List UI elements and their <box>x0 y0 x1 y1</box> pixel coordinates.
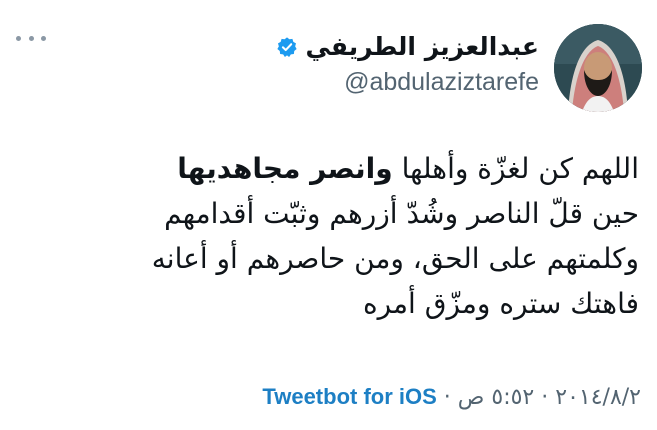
tweet-date[interactable]: ٢٠١٤/٨/٢ <box>555 385 641 410</box>
more-dot <box>41 35 46 41</box>
tweet-time[interactable]: ٥:٥٢ ص <box>458 385 534 410</box>
display-name[interactable]: عبدالعزيز الطريفي <box>305 30 539 64</box>
tweet-meta: Tweetbot for iOS · ٥:٥٢ ص · ٢٠١٤/٨/٢ <box>262 380 641 414</box>
user-handle[interactable]: @abdulaziztarefe <box>209 68 539 97</box>
meta-separator: · <box>443 384 451 410</box>
name-row: عبدالعزيز الطريفي <box>209 30 539 64</box>
verified-badge-icon <box>277 37 298 57</box>
avatar[interactable] <box>554 24 642 112</box>
tweet-text: اللهم كن لغزّة وأهلها وانصر مجاهديها حين… <box>29 146 639 326</box>
tweet-author: عبدالعزيز الطريفي @abdulaziztarefe <box>209 30 539 97</box>
more-dot <box>16 35 21 41</box>
tweet-source-link[interactable]: Tweetbot for iOS <box>262 384 436 410</box>
tweet-line-text: اللهم كن لغزّة وأهلها <box>401 152 639 185</box>
avatar-image <box>554 24 642 112</box>
tweet-card: عبدالعزيز الطريفي @abdulaziztarefe اللهم… <box>0 0 657 430</box>
more-options-icon[interactable] <box>16 30 46 46</box>
tweet-line-bold: وانصر مجاهديها <box>177 152 393 185</box>
tweet-line: فاهتك ستره ومزّق أمره <box>362 287 639 320</box>
tweet-line: وكلمتهم على الحق، ومن حاصرهم أو أعانه <box>151 242 639 275</box>
tweet-line: حين قلّ الناصر وشُدّ أزرهم وثبّت أقدامهم <box>164 197 639 230</box>
more-dot <box>28 35 34 41</box>
tweet-line: اللهم كن لغزّة وأهلها وانصر مجاهديها <box>29 146 639 191</box>
meta-separator: · <box>541 384 549 410</box>
